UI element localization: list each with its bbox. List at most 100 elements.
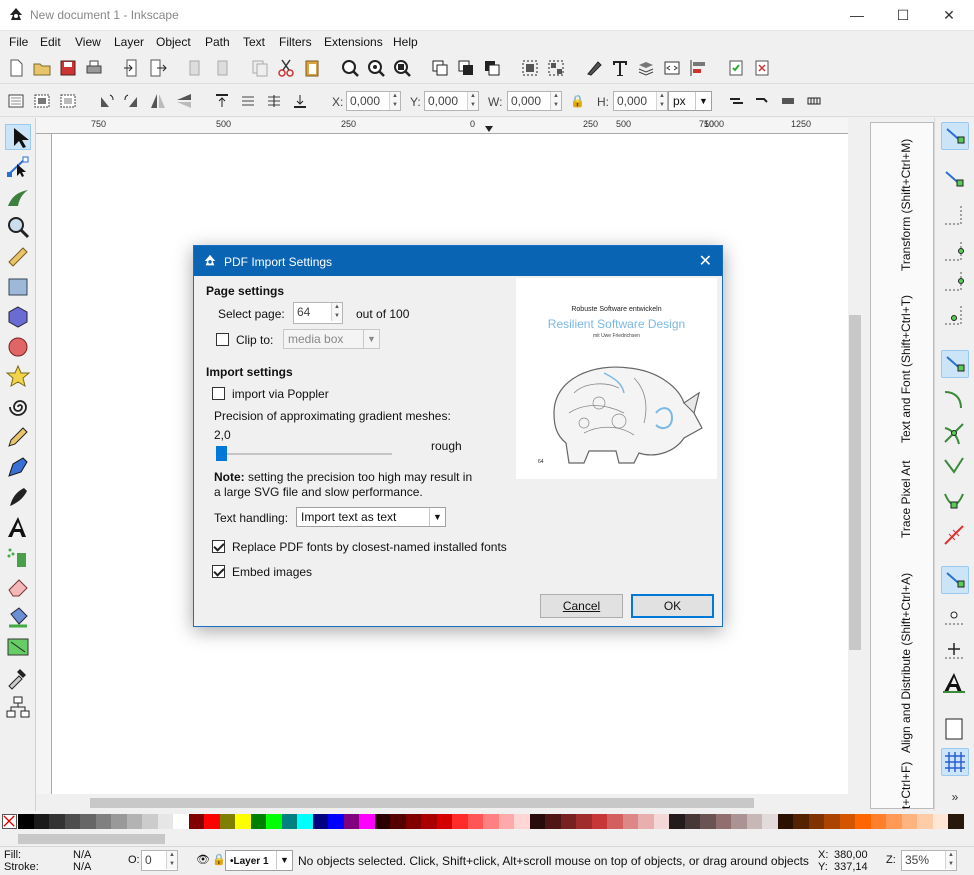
copy-icon[interactable]: [250, 58, 270, 78]
minimize-button[interactable]: —: [834, 0, 880, 31]
selector-tool-icon[interactable]: [5, 124, 31, 150]
h-spin-arrows[interactable]: ▲ ▼: [656, 92, 667, 110]
tweak-tool-icon[interactable]: [5, 184, 31, 210]
color-swatch[interactable]: [452, 814, 468, 829]
calligraphy-tool-icon[interactable]: [5, 484, 31, 510]
color-swatch[interactable]: [374, 814, 391, 829]
color-swatch[interactable]: [715, 814, 732, 829]
color-swatch[interactable]: [886, 814, 902, 829]
fill-stroke-icon[interactable]: [584, 58, 604, 78]
color-swatch[interactable]: [80, 814, 96, 829]
snap-smooth-nodes-icon[interactable]: [941, 488, 969, 516]
more-snap-options-icon[interactable]: »: [941, 786, 969, 814]
text-tool-icon[interactable]: [5, 514, 31, 540]
color-swatch[interactable]: [498, 814, 515, 829]
color-swatch[interactable]: [219, 814, 236, 829]
color-swatch[interactable]: [281, 814, 298, 829]
color-swatch[interactable]: [870, 814, 887, 829]
snap-paths-icon[interactable]: [941, 386, 969, 414]
zoom-tool-icon[interactable]: [5, 214, 31, 240]
3d-box-tool-icon[interactable]: [5, 304, 31, 330]
color-swatch[interactable]: [126, 814, 143, 829]
color-swatch[interactable]: [684, 814, 701, 829]
preferences-icon[interactable]: [752, 58, 772, 78]
color-swatch[interactable]: [343, 814, 360, 829]
layer-select[interactable]: •Layer 1 ▼: [225, 850, 293, 871]
dock-tab-text-font[interactable]: Text and Font (Shift+Ctrl+T): [899, 295, 913, 443]
zoom-input[interactable]: 35% ▲ ▼: [901, 850, 957, 871]
star-tool-icon[interactable]: [5, 364, 31, 390]
flip-horizontal-icon[interactable]: [148, 91, 168, 111]
menu-object[interactable]: Object: [156, 35, 191, 49]
color-swatch[interactable]: [917, 814, 933, 829]
ok-button[interactable]: OK: [631, 594, 714, 618]
scale-stroke-icon[interactable]: [726, 91, 746, 111]
menu-file[interactable]: File: [9, 35, 28, 49]
dock-tab-transform[interactable]: Transform (Shift+Ctrl+M): [899, 139, 913, 271]
eraser-tool-icon[interactable]: [5, 574, 31, 600]
snap-bbox-corners-icon[interactable]: [941, 238, 969, 266]
clip-to-select[interactable]: media box ▼: [283, 329, 380, 349]
h-input[interactable]: 0,000 ▲ ▼: [613, 91, 668, 111]
color-swatch[interactable]: [793, 814, 809, 829]
new-document-icon[interactable]: [6, 58, 26, 78]
print-icon[interactable]: [84, 58, 104, 78]
color-swatch[interactable]: [545, 814, 561, 829]
color-swatch[interactable]: [855, 814, 871, 829]
unit-select[interactable]: px ▼: [668, 91, 712, 111]
snap-page-border-icon[interactable]: [941, 716, 969, 744]
lower-to-bottom-icon[interactable]: [290, 91, 310, 111]
color-swatch[interactable]: [142, 814, 158, 829]
color-swatch[interactable]: [638, 814, 654, 829]
color-swatch[interactable]: [746, 814, 763, 829]
save-icon[interactable]: [58, 58, 78, 78]
color-swatch[interactable]: [250, 814, 267, 829]
color-swatch[interactable]: [297, 814, 313, 829]
pen-tool-icon[interactable]: [5, 454, 31, 480]
horizontal-scroll-thumb[interactable]: [90, 798, 754, 808]
redo-icon[interactable]: [212, 58, 232, 78]
move-gradients-icon[interactable]: [778, 91, 798, 111]
dialog-close-button[interactable]: ✕: [699, 251, 712, 271]
measure-tool-icon[interactable]: [5, 244, 31, 270]
color-swatch[interactable]: [591, 814, 608, 829]
color-swatch[interactable]: [560, 814, 577, 829]
ellipse-tool-icon[interactable]: [5, 334, 31, 360]
color-swatch[interactable]: [529, 814, 546, 829]
color-swatch[interactable]: [824, 814, 840, 829]
connector-tool-icon[interactable]: [5, 694, 31, 720]
color-swatch[interactable]: [188, 814, 205, 829]
color-swatch[interactable]: [669, 814, 685, 829]
move-patterns-icon[interactable]: [804, 91, 824, 111]
color-swatch[interactable]: [731, 814, 747, 829]
color-swatch[interactable]: [405, 814, 422, 829]
lower-icon[interactable]: [264, 91, 284, 111]
menu-filters[interactable]: Filters: [279, 35, 312, 49]
menu-help[interactable]: Help: [393, 35, 418, 49]
color-swatch[interactable]: [390, 814, 406, 829]
document-properties-icon[interactable]: [726, 58, 746, 78]
opacity-input[interactable]: 0 ▲ ▼: [141, 850, 178, 871]
color-swatch[interactable]: [157, 814, 174, 829]
raise-icon[interactable]: [238, 91, 258, 111]
color-swatch[interactable]: [777, 814, 794, 829]
color-swatch[interactable]: [762, 814, 778, 829]
lock-icon[interactable]: 🔒: [570, 94, 585, 108]
w-spin-arrows[interactable]: ▲ ▼: [550, 92, 561, 110]
dock-tab-partial[interactable]: t+Ctrl+F): [899, 762, 913, 809]
group-icon[interactable]: [520, 58, 540, 78]
unlink-clone-icon[interactable]: [482, 58, 502, 78]
snap-cusp-nodes-icon[interactable]: [941, 454, 969, 482]
flip-vertical-icon[interactable]: [174, 91, 194, 111]
snap-bbox-midpoints-icon[interactable]: [941, 268, 969, 296]
embed-images-checkbox[interactable]: [212, 565, 225, 578]
color-swatch[interactable]: [436, 814, 453, 829]
menu-text[interactable]: Text: [243, 35, 265, 49]
color-swatch[interactable]: [483, 814, 499, 829]
color-swatch[interactable]: [18, 814, 34, 829]
color-swatch[interactable]: [95, 814, 112, 829]
menu-view[interactable]: View: [75, 35, 101, 49]
deselect-icon[interactable]: [58, 91, 78, 111]
color-swatch[interactable]: [421, 814, 437, 829]
replace-fonts-checkbox[interactable]: [212, 540, 225, 553]
